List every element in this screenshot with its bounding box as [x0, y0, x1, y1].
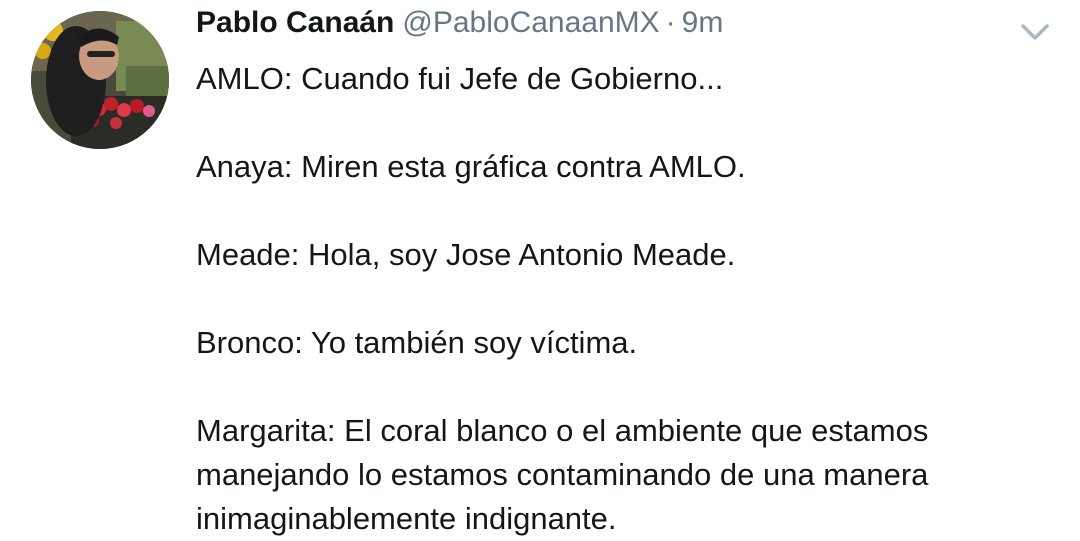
author-name[interactable]: Pablo Canaán	[196, 6, 394, 40]
avatar[interactable]	[31, 11, 169, 149]
avatar-image	[31, 11, 169, 149]
tweet-text: AMLO: Cuando fui Jefe de Gobierno... Ana…	[196, 57, 1056, 541]
timestamp[interactable]: 9m	[682, 6, 724, 40]
tweet-line: Margarita: El coral blanco o el ambiente…	[196, 413, 929, 448]
tweet-line: Anaya: Miren esta gráfica contra AMLO.	[196, 149, 746, 184]
tweet-line: inimaginablemente indignante.	[196, 501, 617, 536]
tweet-line: manejando lo estamos contaminando de una…	[196, 457, 929, 492]
tweet-line: AMLO: Cuando fui Jefe de Gobierno...	[196, 61, 724, 96]
tweet-line: Meade: Hola, soy Jose Antonio Meade.	[196, 237, 736, 272]
tweet: Pablo Canaán @PabloCanaanMX · 9m AMLO: C…	[0, 0, 1080, 538]
author-handle[interactable]: @PabloCanaanMX	[402, 6, 659, 40]
tweet-line: Bronco: Yo también soy víctima.	[196, 325, 638, 360]
chevron-down-icon[interactable]	[1018, 20, 1052, 44]
separator-dot: ·	[665, 6, 676, 39]
tweet-header: Pablo Canaán @PabloCanaanMX · 9m	[196, 6, 723, 46]
